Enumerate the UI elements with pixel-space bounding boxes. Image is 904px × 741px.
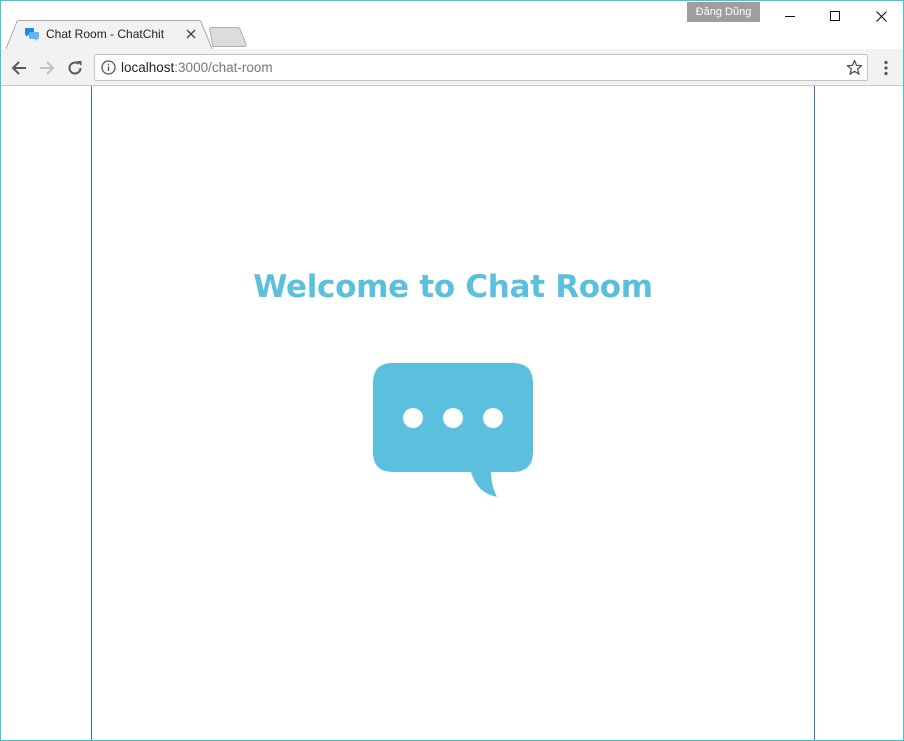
welcome-heading: Welcome to Chat Room — [253, 269, 653, 305]
star-icon[interactable] — [846, 59, 863, 76]
kebab-menu-icon — [884, 60, 888, 76]
maximize-icon — [830, 11, 840, 21]
chat-bubble-icon — [373, 363, 533, 497]
profile-name-badge[interactable]: Đăng Dũng — [687, 2, 760, 22]
new-tab-button[interactable] — [209, 27, 247, 47]
forward-button[interactable] — [36, 57, 58, 79]
maximize-button[interactable] — [812, 1, 858, 31]
close-button[interactable] — [858, 1, 903, 31]
address-bar[interactable]: localhost:3000/chat-room — [94, 54, 868, 81]
tab-strip: Chat Room - ChatChit Đăng Dũng — [1, 1, 903, 50]
page-viewport: Welcome to Chat Room — [1, 86, 903, 740]
info-icon[interactable] — [101, 60, 116, 75]
page-container: Welcome to Chat Room — [91, 86, 815, 740]
minimize-button[interactable] — [767, 1, 813, 31]
chat-bubbles-icon — [25, 28, 39, 41]
tab-title: Chat Room - ChatChit — [46, 27, 165, 41]
minimize-icon — [785, 16, 795, 17]
reload-icon — [68, 61, 82, 75]
browser-toolbar: localhost:3000/chat-room — [1, 49, 903, 86]
url-text[interactable]: localhost:3000/chat-room — [121, 60, 273, 75]
back-button[interactable] — [8, 57, 30, 79]
url-host: localhost — [121, 60, 175, 75]
reload-button[interactable] — [64, 57, 86, 79]
arrow-left-icon — [11, 61, 26, 75]
arrow-right-icon — [40, 61, 55, 75]
tab-close-icon[interactable] — [184, 26, 198, 42]
url-path: :3000/chat-room — [174, 60, 273, 75]
browser-window: Chat Room - ChatChit Đăng Dũng localhost… — [0, 0, 904, 741]
close-icon — [875, 10, 887, 22]
browser-menu-button[interactable] — [877, 58, 895, 78]
